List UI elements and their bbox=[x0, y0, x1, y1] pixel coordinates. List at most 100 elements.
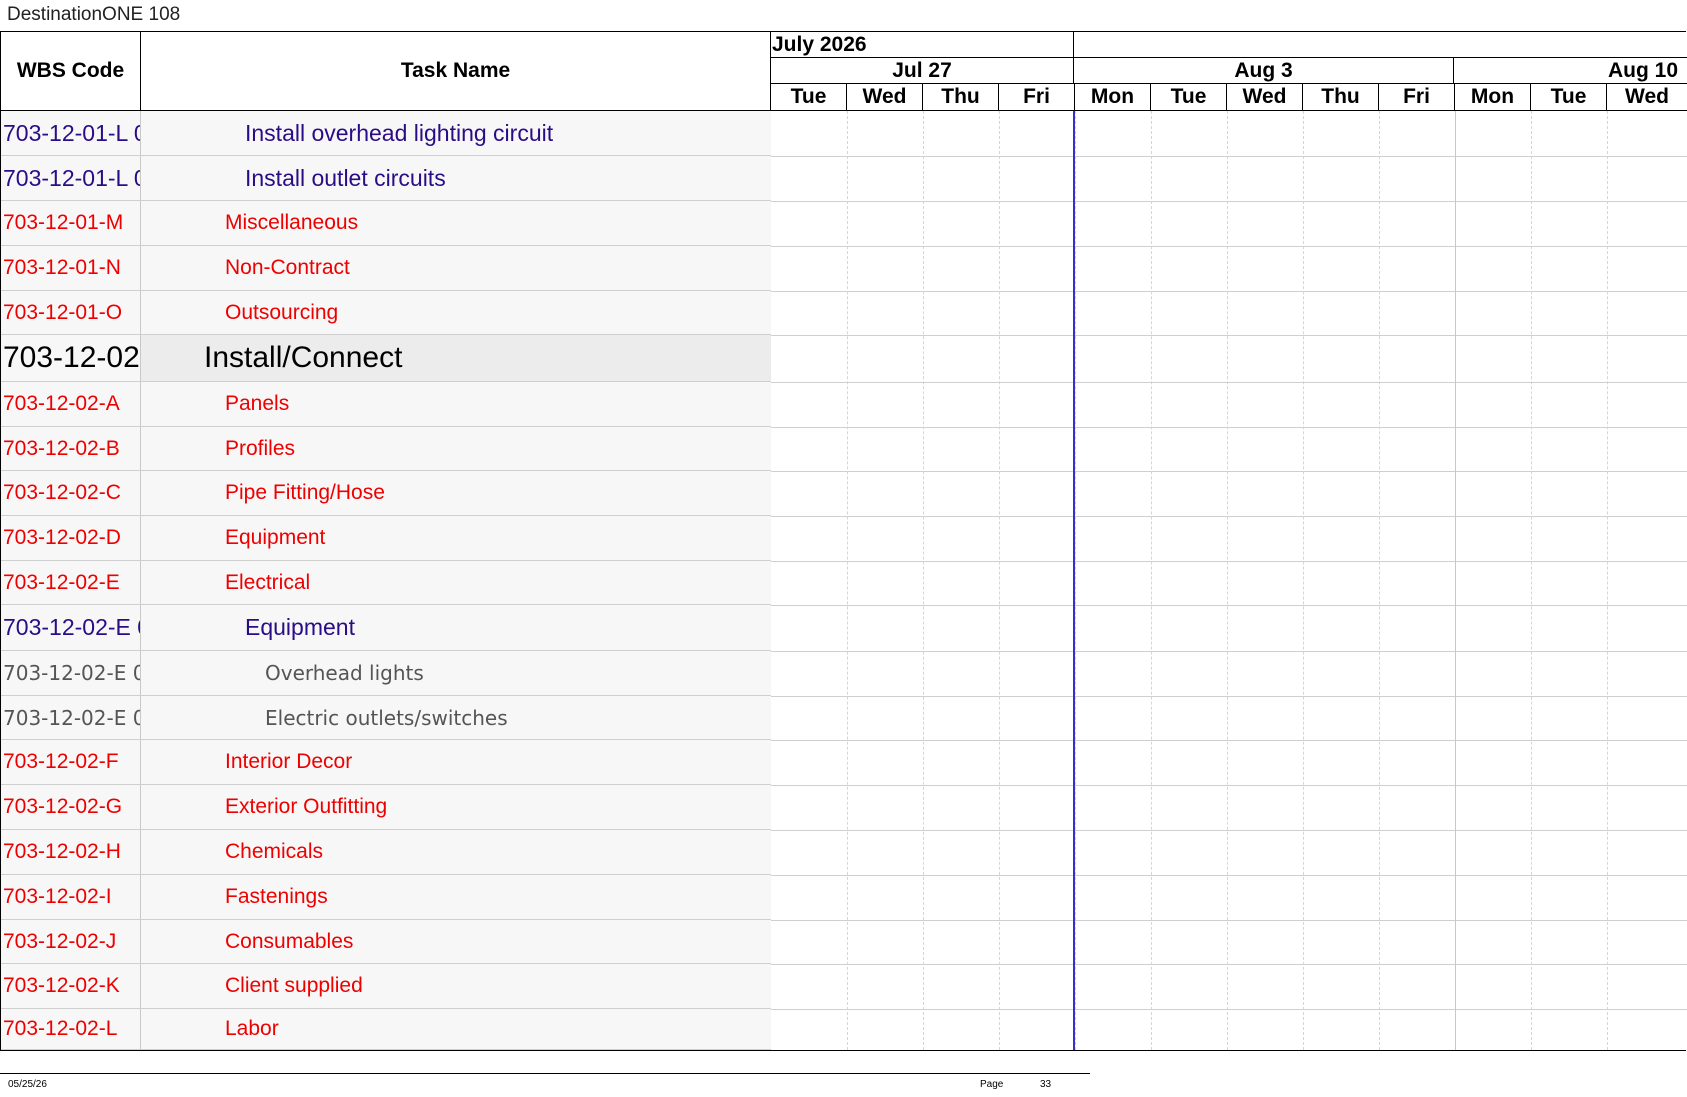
wbs-code-cell[interactable]: 703-12-02-D bbox=[1, 516, 141, 560]
wbs-code-cell[interactable]: 703-12-02-I bbox=[1, 875, 141, 919]
wbs-code-cell[interactable]: 703-12-02-G bbox=[1, 785, 141, 829]
wbs-code-cell[interactable]: 703-12-01-L 0 bbox=[1, 111, 141, 155]
day-label: Tue bbox=[1531, 84, 1607, 111]
week-label-jul27: Jul 27 bbox=[771, 58, 1074, 84]
task-row[interactable]: 703-12-01-N Non-Contract bbox=[1, 246, 771, 291]
day-gridline bbox=[1151, 111, 1152, 1050]
row-gridline bbox=[771, 875, 1687, 876]
task-row[interactable]: 703-12-02 Install/Connect bbox=[1, 335, 771, 382]
week-label-aug3: Aug 3 bbox=[1074, 58, 1454, 84]
row-gridline bbox=[771, 785, 1687, 786]
document-title: DestinationONE 108 bbox=[7, 4, 181, 25]
task-name-cell[interactable]: Chemicals bbox=[141, 830, 771, 874]
task-row[interactable]: 703-12-02-A Panels bbox=[1, 382, 771, 427]
wbs-code-cell[interactable]: 703-12-02-L bbox=[1, 1009, 141, 1049]
day-label: Fri bbox=[1379, 84, 1455, 111]
wbs-code-cell[interactable]: 703-12-02-F bbox=[1, 740, 141, 784]
wbs-code-cell[interactable]: 703-12-02-J bbox=[1, 920, 141, 963]
task-name-cell[interactable]: Overhead lights bbox=[141, 651, 771, 695]
task-name-cell[interactable]: Non-Contract bbox=[141, 246, 771, 290]
task-name-cell[interactable]: Labor bbox=[141, 1009, 771, 1049]
task-row[interactable]: 703-12-01-O Outsourcing bbox=[1, 291, 771, 335]
wbs-code-cell[interactable]: 703-12-02-B bbox=[1, 427, 141, 470]
task-name-cell[interactable]: Exterior Outfitting bbox=[141, 785, 771, 829]
task-name-cell[interactable]: Electrical bbox=[141, 561, 771, 604]
task-row[interactable]: 703-12-02-E 01Overhead lights bbox=[1, 651, 771, 696]
wbs-code-cell[interactable]: 703-12-01-L 0 bbox=[1, 156, 141, 200]
wbs-code-cell[interactable]: 703-12-02-E 01 bbox=[1, 651, 141, 695]
footer-page-number: 33 bbox=[1040, 1079, 1052, 1090]
task-name-cell[interactable]: Client supplied bbox=[141, 964, 771, 1008]
task-row[interactable]: 703-12-02-I Fastenings bbox=[1, 875, 771, 920]
wbs-code-cell[interactable]: 703-12-02-E 0 bbox=[1, 605, 141, 650]
day-gridline bbox=[1303, 111, 1304, 1050]
task-name-cell[interactable]: Fastenings bbox=[141, 875, 771, 919]
day-label: Mon bbox=[1075, 84, 1151, 111]
wbs-code-cell[interactable]: 703-12-01-O bbox=[1, 291, 141, 334]
day-label: Wed bbox=[1227, 84, 1303, 111]
task-row[interactable]: 703-12-02-B Profiles bbox=[1, 427, 771, 471]
row-gridline bbox=[771, 156, 1687, 157]
day-label: Tue bbox=[1151, 84, 1227, 111]
footer-page-label: Page bbox=[980, 1079, 1004, 1090]
wbs-code-cell[interactable]: 703-12-02-H bbox=[1, 830, 141, 874]
day-gridline bbox=[847, 111, 848, 1050]
task-row[interactable]: 703-12-02-C Pipe Fitting/Hose bbox=[1, 471, 771, 516]
day-label: Tue bbox=[771, 84, 847, 111]
wbs-code-cell[interactable]: 703-12-02 bbox=[1, 335, 141, 381]
task-name-cell[interactable]: Install/Connect bbox=[141, 335, 771, 381]
day-gridline bbox=[923, 111, 924, 1050]
wbs-code-header[interactable]: WBS Code bbox=[1, 32, 141, 111]
task-row[interactable]: 703-12-02-H Chemicals bbox=[1, 830, 771, 875]
wbs-code-cell[interactable]: 703-12-02-E bbox=[1, 561, 141, 604]
task-name-cell[interactable]: Install overhead lighting circuit bbox=[141, 111, 771, 155]
wbs-code-cell[interactable]: 703-12-02-K bbox=[1, 964, 141, 1008]
row-gridline bbox=[771, 335, 1687, 336]
row-gridline bbox=[771, 1009, 1687, 1010]
day-gridline bbox=[1379, 111, 1380, 1050]
task-row[interactable]: 703-12-02-E 0 Equipment bbox=[1, 605, 771, 651]
wbs-code-cell[interactable]: 703-12-01-M bbox=[1, 201, 141, 245]
row-gridline bbox=[771, 471, 1687, 472]
task-name-cell[interactable]: Panels bbox=[141, 382, 771, 426]
day-label: Mon bbox=[1455, 84, 1531, 111]
gantt-chart-area[interactable] bbox=[771, 111, 1687, 1050]
task-row[interactable]: 703-12-02-G Exterior Outfitting bbox=[1, 785, 771, 830]
row-gridline bbox=[771, 605, 1687, 606]
row-gridline bbox=[771, 382, 1687, 383]
task-row[interactable]: 703-12-02-K Client supplied bbox=[1, 964, 771, 1009]
row-gridline bbox=[771, 201, 1687, 202]
task-name-cell[interactable]: Consumables bbox=[141, 920, 771, 963]
task-name-cell[interactable]: Miscellaneous bbox=[141, 201, 771, 245]
task-row[interactable]: 703-12-01-L 0 Install overhead lighting c… bbox=[1, 111, 771, 156]
row-gridline bbox=[771, 561, 1687, 562]
day-label: Wed bbox=[847, 84, 923, 111]
row-gridline bbox=[771, 651, 1687, 652]
task-name-cell[interactable]: Profiles bbox=[141, 427, 771, 470]
task-name-cell[interactable]: Pipe Fitting/Hose bbox=[141, 471, 771, 515]
task-row[interactable]: 703-12-02-L Labor bbox=[1, 1009, 771, 1050]
task-row[interactable]: 703-12-01-L 0 Install outlet circuits bbox=[1, 156, 771, 201]
day-label: Fri bbox=[999, 84, 1075, 111]
wbs-code-cell[interactable]: 703-12-01-N bbox=[1, 246, 141, 290]
wbs-code-cell[interactable]: 703-12-02-C bbox=[1, 471, 141, 515]
task-row[interactable]: 703-12-02-J Consumables bbox=[1, 920, 771, 964]
task-name-cell[interactable]: Equipment bbox=[141, 516, 771, 560]
wbs-code-cell[interactable]: 703-12-02-E 01 bbox=[1, 696, 141, 739]
task-name-cell[interactable]: Install outlet circuits bbox=[141, 156, 771, 200]
task-row[interactable]: 703-12-02-F Interior Decor bbox=[1, 740, 771, 785]
task-name-header[interactable]: Task Name bbox=[141, 32, 771, 111]
wbs-code-cell[interactable]: 703-12-02-A bbox=[1, 382, 141, 426]
task-row[interactable]: 703-12-02-E Electrical bbox=[1, 561, 771, 605]
task-row[interactable]: 703-12-01-M Miscellaneous bbox=[1, 201, 771, 246]
footer-divider bbox=[0, 1073, 1090, 1074]
task-name-cell[interactable]: Equipment bbox=[141, 605, 771, 650]
task-name-cell[interactable]: Outsourcing bbox=[141, 291, 771, 334]
task-row[interactable]: 703-12-02-D Equipment bbox=[1, 516, 771, 561]
day-gridline bbox=[1531, 111, 1532, 1050]
task-name-cell[interactable]: Interior Decor bbox=[141, 740, 771, 784]
row-gridline bbox=[771, 291, 1687, 292]
task-name-cell[interactable]: Electric outlets/switches bbox=[141, 696, 771, 739]
day-gridline bbox=[1607, 111, 1608, 1050]
task-row[interactable]: 703-12-02-E 01Electric outlets/switches bbox=[1, 696, 771, 740]
